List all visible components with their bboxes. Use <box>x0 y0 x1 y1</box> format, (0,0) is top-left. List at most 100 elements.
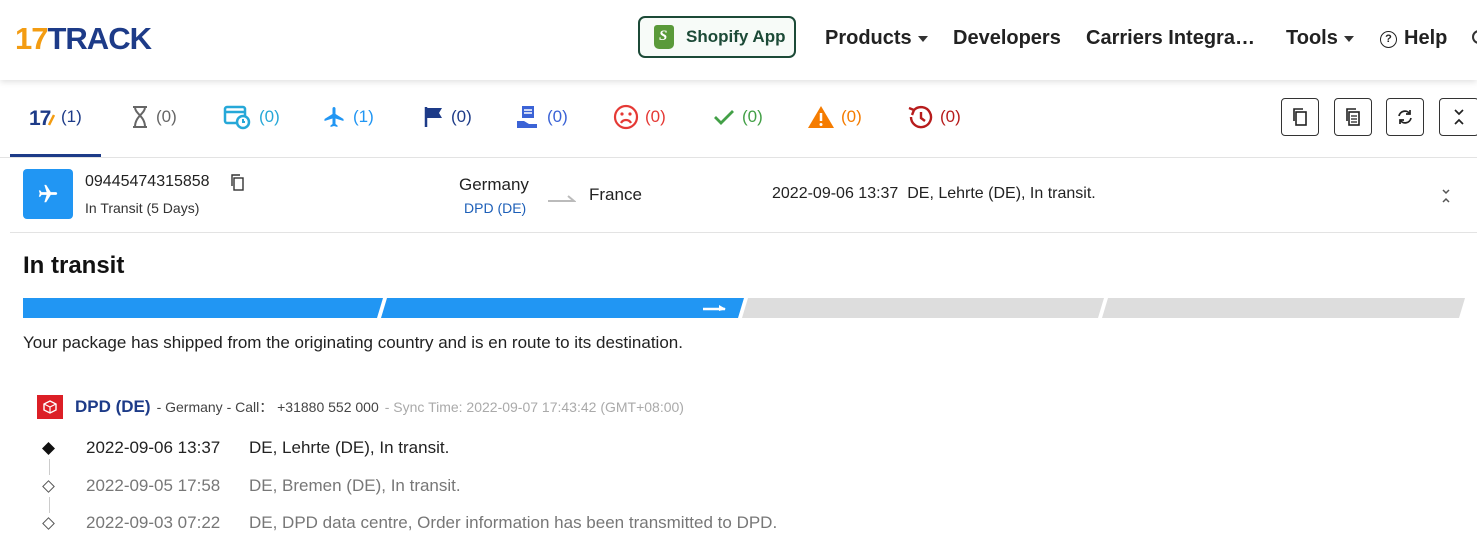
carrier-country: - Germany <box>156 399 223 415</box>
transit-duration: In Transit (5 Days) <box>85 200 200 216</box>
event-text: DE, DPD data centre, Order information h… <box>249 513 778 532</box>
carrier-info: DPD (DE) - Germany - Call： +31880 552 00… <box>37 395 684 419</box>
active-tab-indicator <box>10 154 101 157</box>
tracking-event: 2022-09-05 17:58 DE, Bremen (DE), In tra… <box>40 474 461 498</box>
flag-icon <box>424 107 442 127</box>
nav-carriers-integration[interactable]: Carriers Integra… <box>1086 26 1255 50</box>
event-text: DE, Lehrte (DE), In transit. <box>249 438 450 457</box>
tab-delivered-count: (0) <box>742 107 763 126</box>
info-received-icon <box>223 105 251 130</box>
event-time: 2022-09-05 17:58 <box>86 476 221 495</box>
nav-developers[interactable]: Developers <box>953 26 1061 50</box>
sad-face-icon <box>613 104 639 130</box>
warning-icon <box>808 106 834 128</box>
collapse-icon <box>1454 109 1464 125</box>
tab-alert-count: (0) <box>841 107 862 126</box>
tab-delivered[interactable]: (0) <box>712 102 763 132</box>
shopify-app-button[interactable]: Shopify App <box>638 16 796 58</box>
nav-products[interactable]: Products <box>825 26 928 50</box>
tab-out-for-delivery-count: (0) <box>547 107 568 126</box>
nav-help[interactable]: ? Help <box>1380 26 1447 50</box>
search-icon[interactable] <box>1472 30 1477 44</box>
nav-tools[interactable]: Tools <box>1286 26 1354 50</box>
copy-icon <box>1293 108 1307 126</box>
in-transit-status-icon <box>23 169 73 219</box>
latest-event-summary: 2022-09-06 13:37 DE, Lehrte (DE), In tra… <box>772 185 1096 203</box>
copy-numbers-button[interactable] <box>1281 98 1319 136</box>
checkmark-icon <box>714 110 734 125</box>
route-arrow-icon <box>548 190 577 208</box>
shopify-bag-icon <box>654 25 674 49</box>
tab-all[interactable]: 17 (1) <box>29 102 82 132</box>
tab-pick-up-count: (0) <box>451 107 472 126</box>
expand-collapse-icon[interactable] <box>1440 188 1452 209</box>
delivery-box-icon <box>517 106 537 128</box>
tab-pick-up[interactable]: (0) <box>423 102 472 132</box>
nav-carriers-label: Carriers Integra… <box>1086 27 1255 49</box>
progress-segment-4 <box>1102 298 1465 318</box>
copy-results-icon <box>1346 108 1360 126</box>
history-icon <box>908 105 933 129</box>
copy-results-button[interactable] <box>1334 98 1372 136</box>
event-marker-icon <box>42 516 55 530</box>
carrier-name-link[interactable]: DPD (DE) <box>75 397 151 417</box>
tracking-number: 09445474315858 <box>85 173 210 190</box>
nav-tools-label: Tools <box>1286 27 1338 49</box>
all-17-icon: 17 <box>29 107 55 128</box>
chevron-down-icon <box>917 35 928 42</box>
carrier-phone: - Call： +31880 552 000 <box>226 399 379 415</box>
status-title: In transit <box>23 252 125 279</box>
tab-not-found[interactable]: (0) <box>130 102 177 132</box>
destination-country: France <box>589 185 642 204</box>
refresh-icon <box>1398 110 1412 124</box>
chevron-down-icon <box>1343 35 1354 42</box>
tab-expired[interactable]: (0) <box>906 102 961 132</box>
tracking-event: 2022-09-06 13:37 DE, Lehrte (DE), In tra… <box>40 436 449 460</box>
latest-event-time: 2022-09-06 13:37 <box>772 185 899 202</box>
progress-segment-3 <box>742 298 1104 318</box>
nav-help-label: Help <box>1404 27 1448 49</box>
sync-time: - Sync Time: 2022-09-07 17:43:42 (GMT+08… <box>384 399 684 415</box>
status-tabs: 17 (1) (0) (0) (1) (0) (0) (0) (0) (0) (… <box>0 80 1477 158</box>
origin-carrier-link[interactable]: DPD (DE) <box>464 200 526 216</box>
tab-undelivered[interactable]: (0) <box>613 102 666 132</box>
tab-info-received-count: (0) <box>259 107 280 126</box>
tab-undelivered-count: (0) <box>645 107 666 126</box>
tab-not-found-count: (0) <box>156 107 177 126</box>
timeline-connector <box>49 459 50 475</box>
tab-expired-count: (0) <box>940 107 961 126</box>
event-time: 2022-09-06 13:37 <box>86 438 221 457</box>
package-summary-row[interactable]: 09445474315858 In Transit (5 Days) Germa… <box>10 158 1477 233</box>
hourglass-icon <box>133 106 147 128</box>
refresh-button[interactable] <box>1386 98 1424 136</box>
top-header: 17TRACK Shopify App Products Developers … <box>0 0 1477 80</box>
airplane-icon <box>38 184 58 203</box>
airplane-icon <box>324 107 344 127</box>
progress-segment-1 <box>23 298 383 318</box>
tab-info-received[interactable]: (0) <box>223 102 280 132</box>
shopify-app-label: Shopify App <box>686 27 786 46</box>
tab-in-transit-count: (1) <box>353 107 374 126</box>
latest-event-text: DE, Lehrte (DE), In transit. <box>907 185 1096 202</box>
help-icon: ? <box>1380 31 1397 48</box>
progress-segment-2 <box>381 298 744 318</box>
progress-bar <box>23 298 1465 318</box>
tracking-event: 2022-09-03 07:22 DE, DPD data centre, Or… <box>40 511 777 535</box>
event-text: DE, Bremen (DE), In transit. <box>249 476 461 495</box>
latest-event-marker-icon <box>42 441 55 455</box>
copy-tracking-number-icon[interactable] <box>230 174 244 196</box>
tab-out-for-delivery[interactable]: (0) <box>515 102 568 132</box>
tab-alert[interactable]: (0) <box>807 102 862 132</box>
dpd-logo-icon <box>37 395 63 419</box>
origin-country: Germany <box>459 175 529 194</box>
status-description: Your package has shipped from the origin… <box>23 333 683 352</box>
event-marker-icon <box>42 479 55 493</box>
nav-developers-label: Developers <box>953 27 1061 49</box>
nav-products-label: Products <box>825 27 912 49</box>
collapse-all-button[interactable] <box>1439 98 1477 136</box>
tab-all-count: (1) <box>61 107 82 126</box>
tab-in-transit[interactable]: (1) <box>321 102 374 132</box>
svg-text:17: 17 <box>29 107 51 128</box>
site-logo[interactable]: 17TRACK <box>15 22 152 56</box>
event-time: 2022-09-03 07:22 <box>86 513 221 532</box>
